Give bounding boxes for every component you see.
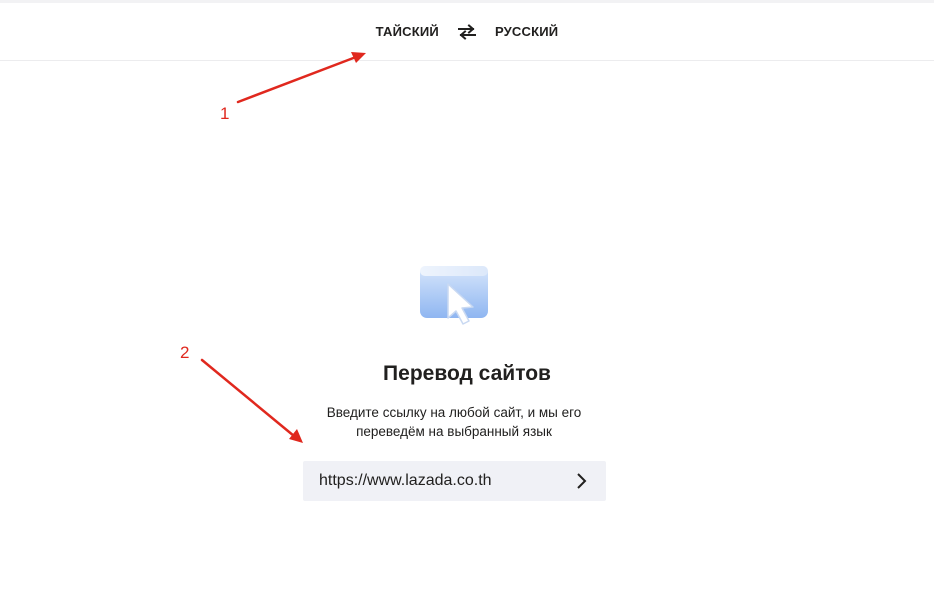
url-input[interactable] bbox=[319, 461, 572, 501]
annotation-marker-1: 1 bbox=[220, 104, 230, 123]
page: ТАЙСКИЙ РУССКИЙ Перевод сайтов Введите с… bbox=[0, 0, 934, 594]
url-input-box bbox=[303, 461, 606, 501]
website-cursor-icon bbox=[420, 266, 488, 325]
translate-url-button[interactable] bbox=[572, 471, 592, 491]
page-title: Перевод сайтов bbox=[383, 362, 551, 385]
page-description: Введите ссылку на любой сайт, и мы его п… bbox=[326, 405, 582, 439]
site-translation-panel: Перевод сайтов Введите ссылку на любой с… bbox=[0, 0, 934, 594]
annotation-marker-2: 2 bbox=[180, 343, 190, 362]
chevron-right-icon bbox=[577, 473, 587, 489]
